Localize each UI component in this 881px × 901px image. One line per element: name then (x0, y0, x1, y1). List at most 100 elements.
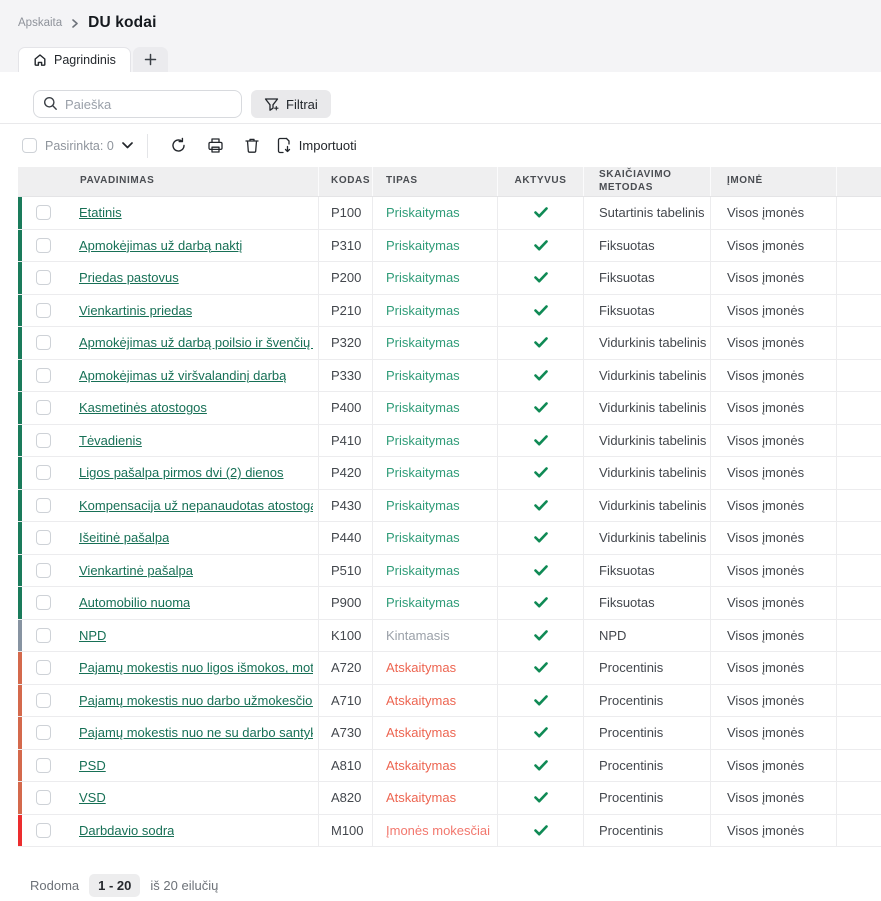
row-name-link[interactable]: Kompensacija už nepanaudotas atostogas (79, 498, 313, 513)
method-cell: Fiksuotas (583, 587, 710, 619)
pagination-range-badge: 1 - 20 (89, 874, 140, 897)
row-checkbox[interactable] (36, 595, 51, 610)
company-cell: Visos įmonės (710, 620, 836, 652)
filter-button[interactable]: Filtrai (251, 90, 331, 118)
row-name-link[interactable]: Vienkartinė pašalpa (79, 563, 193, 578)
codes-table: Pavadinimas Kodas Tipas Aktyvus Skaičiav… (0, 167, 881, 847)
method-cell: Fiksuotas (583, 555, 710, 587)
column-header-kodas: Kodas (318, 167, 372, 196)
row-category-bar (18, 197, 22, 229)
row-company: Visos įmonės (727, 725, 804, 740)
delete-button[interactable] (239, 132, 265, 159)
row-type: Atskaitymas (386, 725, 456, 740)
code-cell: A730 (318, 717, 372, 749)
row-code: P100 (331, 205, 361, 220)
name-cell: Kasmetinės atostogos (18, 392, 318, 424)
code-cell: A720 (318, 652, 372, 684)
row-company: Visos įmonės (727, 530, 804, 545)
row-company: Visos įmonės (727, 660, 804, 675)
row-checkbox[interactable] (36, 433, 51, 448)
row-checkbox[interactable] (36, 238, 51, 253)
active-check-icon (534, 500, 548, 511)
row-name-link[interactable]: Apmokėjimas už darbą naktį (79, 238, 242, 253)
top-bar: Apskaita DU kodai Pagrindinis (0, 0, 881, 72)
row-checkbox[interactable] (36, 758, 51, 773)
row-checkbox[interactable] (36, 563, 51, 578)
method-cell: Vidurkinis tabelinis (583, 457, 710, 489)
name-cell: Tėvadienis (18, 425, 318, 457)
row-checkbox[interactable] (36, 790, 51, 805)
row-name-link[interactable]: Priedas pastovus (79, 270, 179, 285)
actions-cell (836, 782, 881, 814)
row-name-link[interactable]: Vienkartinis priedas (79, 303, 192, 318)
print-button[interactable] (202, 132, 229, 159)
search-input[interactable] (33, 90, 242, 118)
row-name-link[interactable]: Pajamų mokestis nuo ligos išmokos, motin… (79, 660, 313, 675)
row-name-link[interactable]: Išeitinė pašalpa (79, 530, 169, 545)
row-checkbox[interactable] (36, 530, 51, 545)
row-checkbox[interactable] (36, 400, 51, 415)
row-name-link[interactable]: Apmokėjimas už viršvalandinį darbą (79, 368, 286, 383)
row-name-link[interactable]: Kasmetinės atostogos (79, 400, 207, 415)
name-cell: Kompensacija už nepanaudotas atostogas (18, 490, 318, 522)
method-cell: Procentinis (583, 782, 710, 814)
row-checkbox[interactable] (36, 465, 51, 480)
row-checkbox[interactable] (36, 823, 51, 838)
row-checkbox[interactable] (36, 628, 51, 643)
row-category-bar (18, 295, 22, 327)
search-row: Filtrai (0, 72, 881, 123)
active-check-icon (534, 825, 548, 836)
row-checkbox[interactable] (36, 368, 51, 383)
row-name-link[interactable]: Automobilio nuoma (79, 595, 190, 610)
row-checkbox[interactable] (36, 498, 51, 513)
row-name-link[interactable]: Tėvadienis (79, 433, 142, 448)
row-type: Priskaitymas (386, 563, 460, 578)
select-all-checkbox[interactable] (22, 138, 37, 153)
code-cell: P410 (318, 425, 372, 457)
active-check-icon (534, 662, 548, 673)
active-check-icon (534, 695, 548, 706)
code-cell: P430 (318, 490, 372, 522)
actions-cell (836, 197, 881, 229)
refresh-button[interactable] (165, 132, 192, 159)
type-cell: Atskaitymas (372, 782, 497, 814)
active-cell (497, 392, 583, 424)
row-checkbox[interactable] (36, 660, 51, 675)
add-tab-button[interactable] (133, 47, 168, 72)
company-cell: Visos įmonės (710, 522, 836, 554)
selected-dropdown[interactable]: Pasirinkta: 0 (45, 139, 133, 153)
breadcrumb-parent[interactable]: Apskaita (18, 17, 62, 29)
row-name-link[interactable]: Etatinis (79, 205, 122, 220)
active-check-icon (534, 792, 548, 803)
method-cell: Vidurkinis tabelinis (583, 360, 710, 392)
row-type: Priskaitymas (386, 335, 460, 350)
name-cell: Apmokėjimas už viršvalandinį darbą (18, 360, 318, 392)
row-checkbox[interactable] (36, 270, 51, 285)
row-checkbox[interactable] (36, 725, 51, 740)
code-cell: P420 (318, 457, 372, 489)
row-checkbox[interactable] (36, 205, 51, 220)
active-check-icon (534, 370, 548, 381)
row-name-link[interactable]: Apmokėjimas už darbą poilsio ir švenčių … (79, 335, 313, 350)
company-cell: Visos įmonės (710, 392, 836, 424)
row-code: P430 (331, 498, 361, 513)
row-name-link[interactable]: VSD (79, 790, 106, 805)
row-name-link[interactable]: PSD (79, 758, 106, 773)
name-cell: NPD (18, 620, 318, 652)
row-method: Sutartinis tabelinis (599, 205, 705, 220)
row-name-link[interactable]: Ligos pašalpa pirmos dvi (2) dienos (79, 465, 284, 480)
row-checkbox[interactable] (36, 693, 51, 708)
row-method: Fiksuotas (599, 270, 655, 285)
type-cell: Priskaitymas (372, 392, 497, 424)
tab-pagrindinis[interactable]: Pagrindinis (18, 47, 131, 72)
row-name-link[interactable]: Pajamų mokestis nuo darbo užmokesčio (20… (79, 693, 313, 708)
row-type: Priskaitymas (386, 400, 460, 415)
row-checkbox[interactable] (36, 303, 51, 318)
row-name-link[interactable]: Pajamų mokestis nuo ne su darbo santykia… (79, 725, 313, 740)
filter-icon (264, 97, 279, 112)
row-name-link[interactable]: NPD (79, 628, 106, 643)
row-code: P400 (331, 400, 361, 415)
import-button[interactable]: Importuoti (276, 137, 357, 154)
row-checkbox[interactable] (36, 335, 51, 350)
row-name-link[interactable]: Darbdavio sodra (79, 823, 174, 838)
